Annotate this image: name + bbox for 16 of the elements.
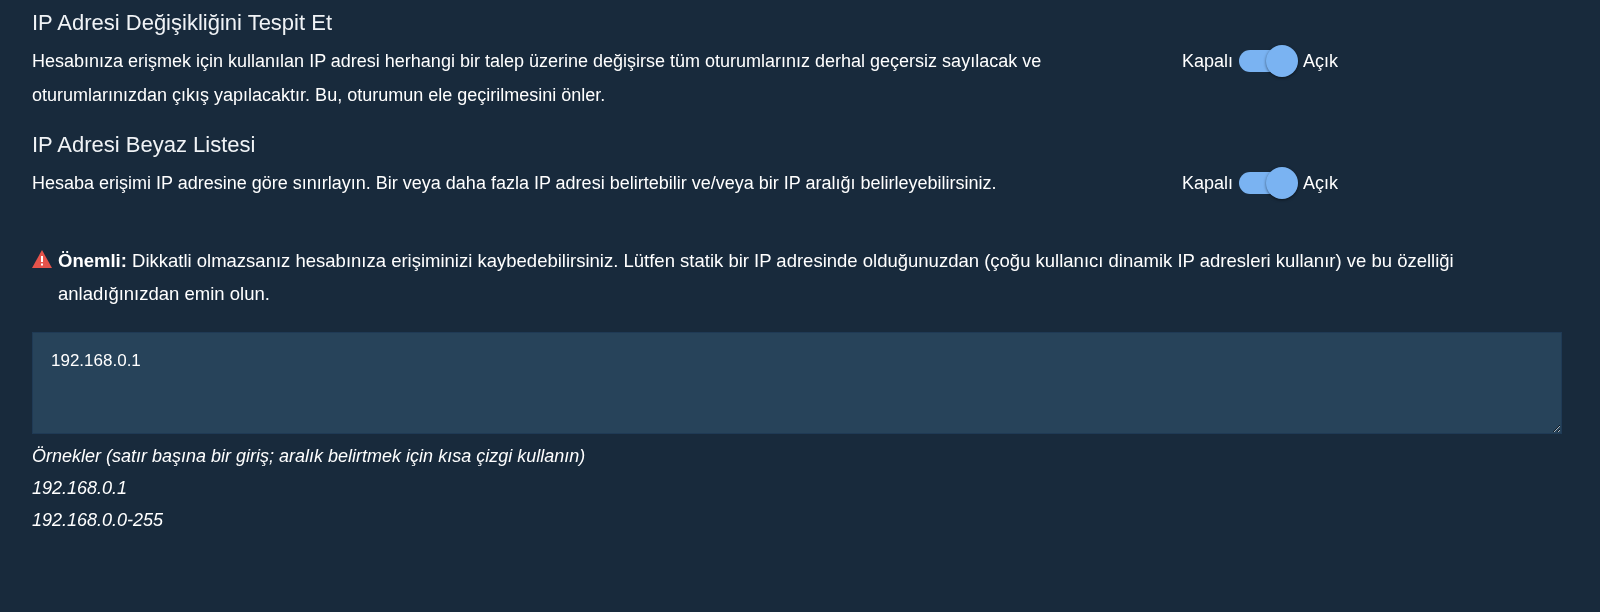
off-label: Kapalı <box>1182 172 1234 194</box>
setting-title: IP Adresi Değişikliğini Tespit Et <box>32 10 333 36</box>
setting-description: Hesaba erişimi IP adresine göre sınırlayın. Bir veya daha fazla IP adresi belirtebilir ve/veya bir IP aralığı belirleyebilirsiniz. <box>32 172 998 195</box>
toggle-switch[interactable] <box>1237 166 1300 200</box>
toggle-switch[interactable] <box>1237 44 1300 78</box>
example-text: 192.168.0.0-255 <box>32 509 165 532</box>
setting-description: Hesabınıza erişmek için kullanılan IP adresi herhangi bir talep üzerine değişirse tüm oturumlarınız derhal geçersiz sayılacak ve oturumlarınızdan çıkış yapılacaktır. Bu, oturumun ele geçirilmesini önler. <box>32 50 1043 107</box>
ip-whitelist-field[interactable]: 192.168.0.1 <box>32 332 1562 434</box>
setting-title: IP Adresi Beyaz Listesi <box>32 132 257 158</box>
example-text: Örnekler (satır başına bir giriş; aralık belirtmek için kısa çizgi kullanın) <box>32 445 587 468</box>
off-label: Kapalı <box>1182 50 1234 72</box>
example-text: 192.168.0.1 <box>32 477 129 500</box>
on-label: Açık <box>1303 172 1339 194</box>
warning-text: Önemli: Dikkatli olmazsanız hesabınıza erişiminizi kaybedebilirsiniz. Lütfen statik bir IP adresinde olduğunuzdan (çoğu kullanıcı dinamik IP adresleri kullanır) ve bu özelliği anladığınızdan emin olun. <box>58 249 1455 306</box>
on-label: Açık <box>1303 50 1339 72</box>
warning-icon <box>32 250 52 268</box>
